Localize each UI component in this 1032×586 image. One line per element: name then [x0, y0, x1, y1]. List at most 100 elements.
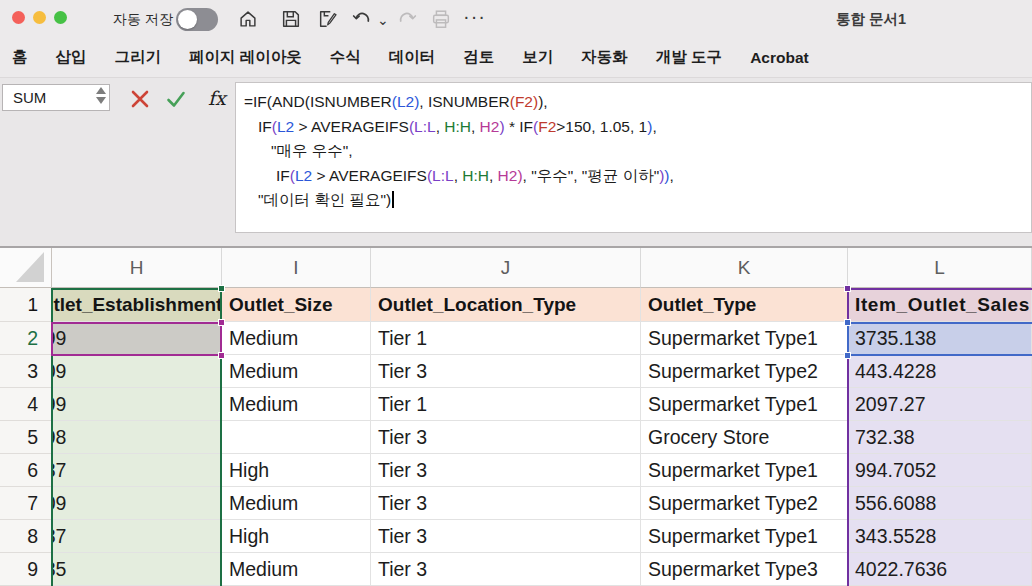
cell-I2[interactable]: Medium — [222, 322, 371, 355]
column-header-I[interactable]: I — [222, 248, 371, 288]
tab-view[interactable]: 보기 — [522, 47, 553, 68]
table-row-4: 41999MediumTier 1Supermarket Type12097.2… — [0, 388, 1032, 421]
insert-function-icon[interactable]: fx — [208, 87, 226, 109]
document-title: 통합 문서1 — [836, 10, 906, 29]
cell-I4[interactable]: Medium — [222, 388, 371, 421]
row-header-5[interactable]: 5 — [0, 421, 52, 454]
cell-H3[interactable]: 2009 — [52, 355, 222, 388]
cell-H8[interactable]: 1987 — [52, 520, 222, 553]
table-row-3: 32009MediumTier 3Supermarket Type2443.42… — [0, 355, 1032, 388]
row-header-2[interactable]: 2 — [0, 322, 52, 355]
cell-I3[interactable]: Medium — [222, 355, 371, 388]
close-window-button[interactable] — [12, 11, 25, 24]
tab-home[interactable]: 홈 — [12, 47, 28, 68]
cell-H1[interactable]: Outlet_Establishment_Year — [52, 288, 222, 322]
cell-J3[interactable]: Tier 3 — [371, 355, 641, 388]
cell-H2[interactable]: 1999 — [52, 322, 222, 355]
cell-L5[interactable]: 732.38 — [848, 421, 1032, 454]
formula-input[interactable]: =IF(AND(ISNUMBER(L2), ISNUMBER(F2)),IF(L… — [235, 82, 1032, 233]
cell-J6[interactable]: Tier 3 — [371, 454, 641, 487]
row-header-1[interactable]: 1 — [0, 288, 52, 322]
cancel-icon[interactable] — [128, 87, 152, 111]
cell-K6[interactable]: Supermarket Type1 — [641, 454, 848, 487]
cell-I6[interactable]: High — [222, 454, 371, 487]
cell-J2[interactable]: Tier 1 — [371, 322, 641, 355]
cell-H5[interactable]: 1998 — [52, 421, 222, 454]
cell-J7[interactable]: Tier 3 — [371, 487, 641, 520]
tab-formulas[interactable]: 수식 — [330, 47, 361, 68]
minimize-window-button[interactable] — [33, 11, 46, 24]
home-icon[interactable] — [237, 8, 259, 30]
cell-H9[interactable]: 1985 — [52, 553, 222, 586]
cell-L8[interactable]: 343.5528 — [848, 520, 1032, 553]
cell-I5[interactable] — [222, 421, 371, 454]
cell-L3[interactable]: 443.4228 — [848, 355, 1032, 388]
row-header-8[interactable]: 8 — [0, 520, 52, 553]
spinner-up-icon[interactable] — [96, 87, 106, 94]
select-all-corner[interactable] — [0, 248, 52, 288]
tab-acrobat[interactable]: Acrobat — [750, 49, 809, 67]
tab-automate[interactable]: 자동화 — [581, 47, 628, 68]
undo-dropdown-chevron[interactable]: ⌄ — [377, 12, 389, 28]
cell-K1[interactable]: Outlet_Type — [641, 288, 848, 322]
table-row-2: 21999MediumTier 1Supermarket Type13735.1… — [0, 322, 1032, 355]
row-header-3[interactable]: 3 — [0, 355, 52, 388]
autosave-toggle[interactable] — [176, 8, 218, 31]
cell-J5[interactable]: Tier 3 — [371, 421, 641, 454]
row-header-6[interactable]: 6 — [0, 454, 52, 487]
save-as-icon[interactable] — [317, 8, 339, 30]
name-box-spinner[interactable] — [96, 87, 106, 104]
cell-J1[interactable]: Outlet_Location_Type — [371, 288, 641, 322]
tab-review[interactable]: 검토 — [463, 47, 494, 68]
row-header-4[interactable]: 4 — [0, 388, 52, 421]
column-header-H[interactable]: H — [52, 248, 222, 288]
cell-L9[interactable]: 4022.7636 — [848, 553, 1032, 586]
cell-I7[interactable]: Medium — [222, 487, 371, 520]
column-header-L[interactable]: L — [848, 248, 1032, 288]
cell-J8[interactable]: Tier 3 — [371, 520, 641, 553]
cell-K4[interactable]: Supermarket Type1 — [641, 388, 848, 421]
cell-L7[interactable]: 556.6088 — [848, 487, 1032, 520]
column-header-K[interactable]: K — [641, 248, 848, 288]
cell-H4[interactable]: 1999 — [52, 388, 222, 421]
row-header-7[interactable]: 7 — [0, 487, 52, 520]
cell-H7[interactable]: 2009 — [52, 487, 222, 520]
select-all-triangle-icon — [16, 252, 44, 282]
cell-L4[interactable]: 2097.27 — [848, 388, 1032, 421]
cell-I9[interactable]: Medium — [222, 553, 371, 586]
name-box[interactable]: SUM — [2, 84, 110, 111]
cell-I8[interactable]: High — [222, 520, 371, 553]
row-header-9[interactable]: 9 — [0, 553, 52, 586]
name-box-value: SUM — [13, 89, 46, 106]
zoom-window-button[interactable] — [54, 11, 67, 24]
cell-L6[interactable]: 994.7052 — [848, 454, 1032, 487]
tab-developer[interactable]: 개발 도구 — [656, 47, 722, 68]
more-commands-icon[interactable]: ··· — [463, 5, 486, 28]
cell-L1[interactable]: Item_Outlet_Sales — [848, 288, 1032, 322]
cell-J9[interactable]: Tier 3 — [371, 553, 641, 586]
cell-K5[interactable]: Grocery Store — [641, 421, 848, 454]
tab-insert[interactable]: 삽입 — [56, 47, 87, 68]
tab-draw[interactable]: 그리기 — [115, 47, 162, 68]
formula-line-2: IF(L2 > AVERAGEIFS(L:L, H:H, H2) * IF(F2… — [244, 115, 1023, 140]
spinner-down-icon[interactable] — [96, 97, 106, 104]
save-icon[interactable] — [280, 8, 302, 30]
cell-H6[interactable]: 1987 — [52, 454, 222, 487]
tab-page-layout[interactable]: 페이지 레이아웃 — [189, 47, 302, 68]
traffic-lights — [12, 11, 67, 24]
cell-L2[interactable]: 3735.138 — [848, 322, 1032, 355]
cell-I1[interactable]: Outlet_Size — [222, 288, 371, 322]
cell-K8[interactable]: Supermarket Type1 — [641, 520, 848, 553]
cell-K7[interactable]: Supermarket Type2 — [641, 487, 848, 520]
tab-data[interactable]: 데이터 — [389, 47, 436, 68]
column-header-J[interactable]: J — [371, 248, 641, 288]
confirm-icon[interactable] — [164, 87, 188, 111]
formula-line-3: "매우 우수", — [244, 139, 1023, 164]
cell-K9[interactable]: Supermarket Type3 — [641, 553, 848, 586]
undo-icon[interactable] — [351, 8, 373, 30]
cell-K3[interactable]: Supermarket Type2 — [641, 355, 848, 388]
formula-line-1: =IF(AND(ISNUMBER(L2), ISNUMBER(F2)), — [244, 90, 1023, 115]
redo-icon — [396, 8, 418, 30]
cell-K2[interactable]: Supermarket Type1 — [641, 322, 848, 355]
cell-J4[interactable]: Tier 1 — [371, 388, 641, 421]
